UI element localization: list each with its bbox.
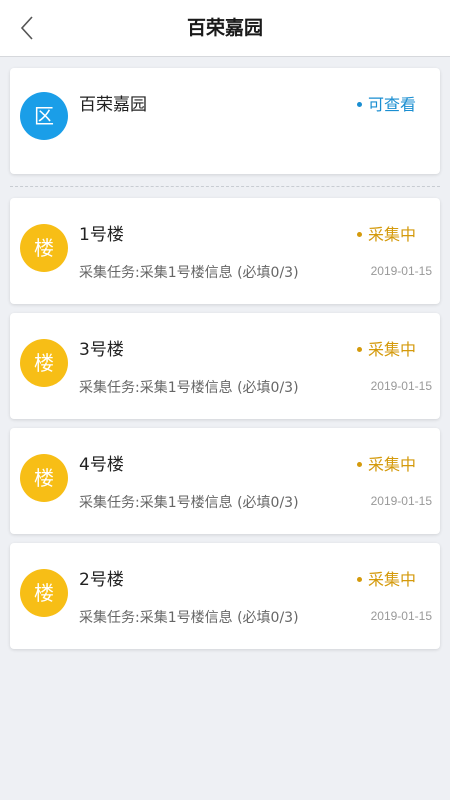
status-dot-icon (356, 231, 362, 237)
status-dot-icon (356, 346, 362, 352)
task-date: 2019-01-15 (370, 379, 432, 393)
task-description: 采集任务:采集1号楼信息 (必填0/3) (79, 495, 299, 511)
task-date: 2019-01-15 (370, 609, 432, 623)
building-card[interactable]: 楼 2号楼 采集中 采集任务:采集1号楼信息 (必填0/3) 2019-01-1… (10, 543, 440, 649)
task-description: 采集任务:采集1号楼信息 (必填0/3) (79, 265, 299, 281)
building-avatar: 楼 (20, 224, 68, 272)
building-status: 采集中 (356, 451, 416, 475)
building-name: 1号楼 (79, 225, 124, 245)
building-status: 采集中 (356, 566, 416, 590)
building-status-label: 采集中 (367, 570, 416, 589)
building-name: 3号楼 (79, 340, 124, 360)
building-status-label: 采集中 (367, 455, 416, 474)
area-status-label: 可查看 (367, 95, 416, 114)
status-dot-icon (356, 576, 362, 582)
building-card[interactable]: 楼 4号楼 采集中 采集任务:采集1号楼信息 (必填0/3) 2019-01-1… (10, 428, 440, 534)
building-status: 采集中 (356, 336, 416, 360)
dashed-divider (10, 186, 440, 187)
building-avatar: 楼 (20, 339, 68, 387)
page-title: 百荣嘉园 (186, 17, 263, 39)
chevron-left-icon (20, 16, 33, 40)
task-description: 采集任务:采集1号楼信息 (必填0/3) (79, 610, 299, 626)
building-avatar: 楼 (20, 569, 68, 617)
building-status-label: 采集中 (367, 225, 416, 244)
building-status-label: 采集中 (367, 340, 416, 359)
task-date: 2019-01-15 (370, 264, 432, 278)
building-card[interactable]: 楼 1号楼 采集中 采集任务:采集1号楼信息 (必填0/3) 2019-01-1… (10, 198, 440, 304)
building-avatar: 楼 (20, 454, 68, 502)
status-dot-icon (356, 101, 362, 107)
area-status[interactable]: 可查看 (356, 91, 416, 115)
building-status: 采集中 (356, 221, 416, 245)
task-date: 2019-01-15 (370, 494, 432, 508)
task-description: 采集任务:采集1号楼信息 (必填0/3) (79, 380, 299, 396)
area-card[interactable]: 区 百荣嘉园 可查看 (10, 68, 440, 174)
building-name: 2号楼 (79, 570, 124, 590)
building-card[interactable]: 楼 3号楼 采集中 采集任务:采集1号楼信息 (必填0/3) 2019-01-1… (10, 313, 440, 419)
building-name: 4号楼 (79, 455, 124, 475)
status-dot-icon (356, 461, 362, 467)
back-button[interactable] (14, 13, 44, 43)
area-avatar: 区 (20, 92, 68, 140)
area-name: 百荣嘉园 (79, 95, 147, 115)
nav-header: 百荣嘉园 (0, 0, 450, 57)
